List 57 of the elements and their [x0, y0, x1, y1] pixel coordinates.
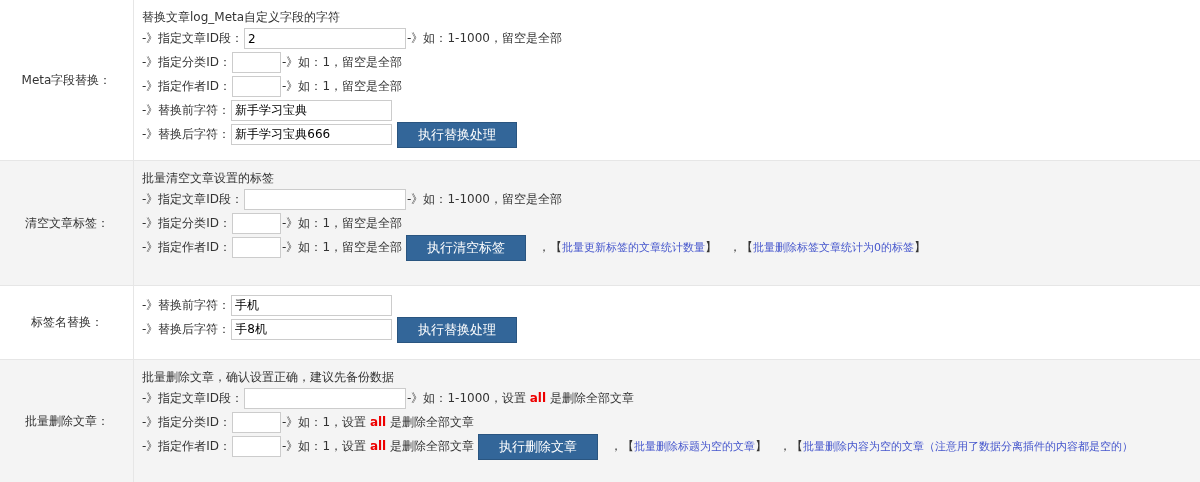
- section-label: 标签名替换：: [30, 314, 103, 331]
- field-label: -》指定作者ID：: [142, 78, 232, 95]
- action-link[interactable]: 批量更新标签的文章统计数量: [562, 240, 706, 255]
- field-hint: -》如：1-1000，设置 all 是删除全部文章: [407, 390, 634, 407]
- field-label: -》指定文章ID段：: [142, 390, 244, 407]
- action-link[interactable]: 批量删除标题为空的文章: [634, 439, 756, 454]
- field-hint: -》如：1，留空是全部: [282, 239, 403, 256]
- action-button[interactable]: 执行清空标签: [406, 234, 527, 261]
- field-hint: -》如：1-1000，留空是全部: [407, 30, 562, 47]
- section-title: 替换文章log_Meta自定义字段的字符: [142, 9, 342, 26]
- input-field[interactable]: [232, 52, 282, 73]
- section-title: 批量删除文章，确认设置正确，建议先备份数据: [142, 369, 395, 386]
- field-hint: -》如：1-1000，留空是全部: [407, 191, 562, 208]
- input-field[interactable]: [232, 237, 282, 258]
- input-field[interactable]: [244, 189, 407, 210]
- action-button[interactable]: 执行替换处理: [397, 316, 518, 343]
- action-button[interactable]: 执行删除文章: [478, 433, 599, 460]
- bracket-text: ，【: [538, 239, 563, 256]
- input-field[interactable]: 新手学习宝典666: [231, 124, 393, 145]
- field-label: -》替换后字符：: [142, 126, 231, 143]
- section-title: 批量清空文章设置的标签: [142, 170, 275, 187]
- bracket-text: 】: [705, 239, 718, 256]
- field-label: -》指定作者ID：: [142, 239, 232, 256]
- bracket-text: ，【: [729, 239, 754, 256]
- bracket-text: 】: [914, 239, 927, 256]
- section-label: 清空文章标签：: [24, 214, 109, 232]
- field-label: -》指定分类ID：: [142, 54, 232, 71]
- field-label: -》替换前字符：: [142, 297, 231, 314]
- bracket-text: 】: [755, 438, 768, 455]
- action-button[interactable]: 执行替换处理: [397, 121, 518, 148]
- input-field[interactable]: [232, 412, 282, 433]
- field-hint: -》如：1，留空是全部: [282, 78, 403, 95]
- input-field[interactable]: 手8机: [231, 319, 393, 340]
- bracket-text: ，【: [610, 438, 635, 455]
- input-field[interactable]: [232, 213, 282, 234]
- field-hint: -》如：1，留空是全部: [282, 215, 403, 232]
- input-field[interactable]: 2: [244, 28, 407, 49]
- input-field[interactable]: 手机: [231, 295, 393, 316]
- input-field[interactable]: 新手学习宝典: [231, 100, 393, 121]
- field-label: -》指定文章ID段：: [142, 191, 244, 208]
- field-hint: -》如：1，设置 all 是删除全部文章: [282, 414, 475, 431]
- field-hint: -》如：1，留空是全部: [282, 54, 403, 71]
- section-label: 批量删除文章：: [24, 412, 109, 430]
- input-field[interactable]: [232, 436, 282, 457]
- field-label: -》指定作者ID：: [142, 438, 232, 455]
- section-label: Meta字段替换：: [21, 71, 112, 89]
- input-field[interactable]: [232, 76, 282, 97]
- action-link[interactable]: 批量删除标签文章统计为0的标签: [753, 240, 915, 255]
- input-field[interactable]: [244, 388, 407, 409]
- field-label: -》替换前字符：: [142, 102, 231, 119]
- field-label: -》指定分类ID：: [142, 215, 232, 232]
- field-label: -》指定分类ID：: [142, 414, 232, 431]
- field-hint: -》如：1，设置 all 是删除全部文章: [282, 438, 475, 455]
- field-label: -》指定文章ID段：: [142, 30, 244, 47]
- field-label: -》替换后字符：: [142, 321, 231, 338]
- bracket-text: ，【: [779, 438, 804, 455]
- action-link[interactable]: 批量删除内容为空的文章（注意用了数据分离插件的内容都是空的）: [803, 439, 1134, 454]
